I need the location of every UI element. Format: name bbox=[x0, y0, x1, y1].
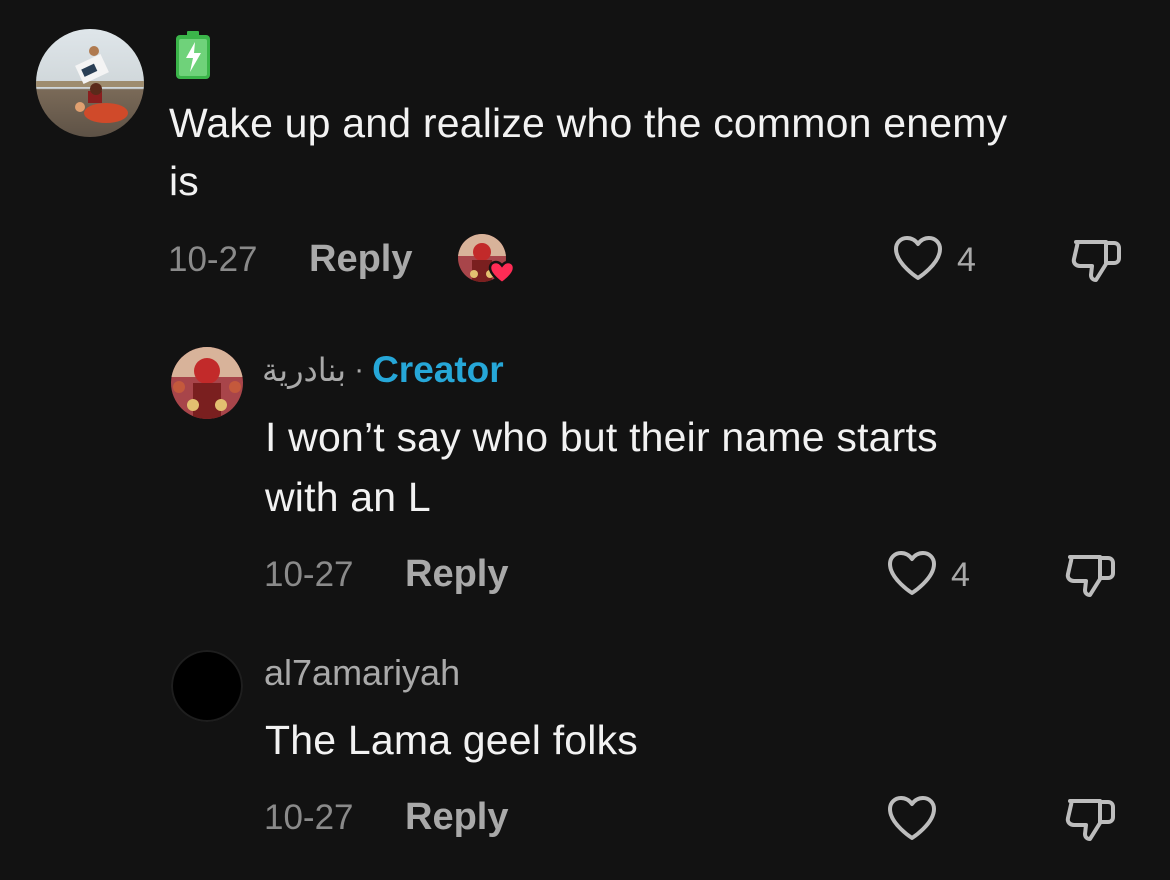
comment-text-line-1: I won’t say who but their name starts bbox=[265, 414, 938, 460]
comment-date: 10-27 bbox=[264, 555, 354, 594]
like-count: 4 bbox=[957, 241, 976, 279]
creator-badge: Creator bbox=[372, 349, 504, 390]
avatar[interactable] bbox=[171, 650, 243, 722]
comment-text-line-2: is bbox=[169, 158, 200, 204]
comment-date: 10-27 bbox=[168, 240, 258, 279]
avatar[interactable] bbox=[36, 29, 144, 137]
comment-text-line-2: with an L bbox=[265, 474, 431, 520]
reply-button[interactable]: Reply bbox=[405, 796, 508, 839]
username[interactable]: al7amariyah bbox=[264, 652, 460, 694]
comment-header: بنادرية · Creator bbox=[262, 348, 504, 392]
separator-dot: · bbox=[354, 353, 365, 386]
dislike-thumb-down-icon[interactable] bbox=[1064, 549, 1118, 601]
like-button-heart-icon[interactable] bbox=[886, 549, 938, 597]
comment-text-line-1: Wake up and realize who the common enemy bbox=[169, 100, 1008, 146]
reply-button[interactable]: Reply bbox=[405, 553, 508, 596]
avatar[interactable] bbox=[171, 347, 243, 419]
creator-liked-badge bbox=[458, 234, 518, 286]
dislike-thumb-down-icon[interactable] bbox=[1064, 793, 1118, 845]
comment-text-line-1: The Lama geel folks bbox=[265, 717, 639, 763]
like-button-heart-icon[interactable] bbox=[886, 794, 938, 842]
username[interactable]: بنادرية bbox=[262, 351, 346, 389]
like-button-heart-icon[interactable] bbox=[892, 234, 944, 282]
like-count: 4 bbox=[951, 556, 970, 594]
reply-button[interactable]: Reply bbox=[309, 238, 412, 281]
dislike-thumb-down-icon[interactable] bbox=[1070, 234, 1124, 286]
battery-charging-icon bbox=[176, 31, 210, 79]
heart-icon bbox=[488, 260, 516, 285]
comment-date: 10-27 bbox=[264, 798, 354, 837]
